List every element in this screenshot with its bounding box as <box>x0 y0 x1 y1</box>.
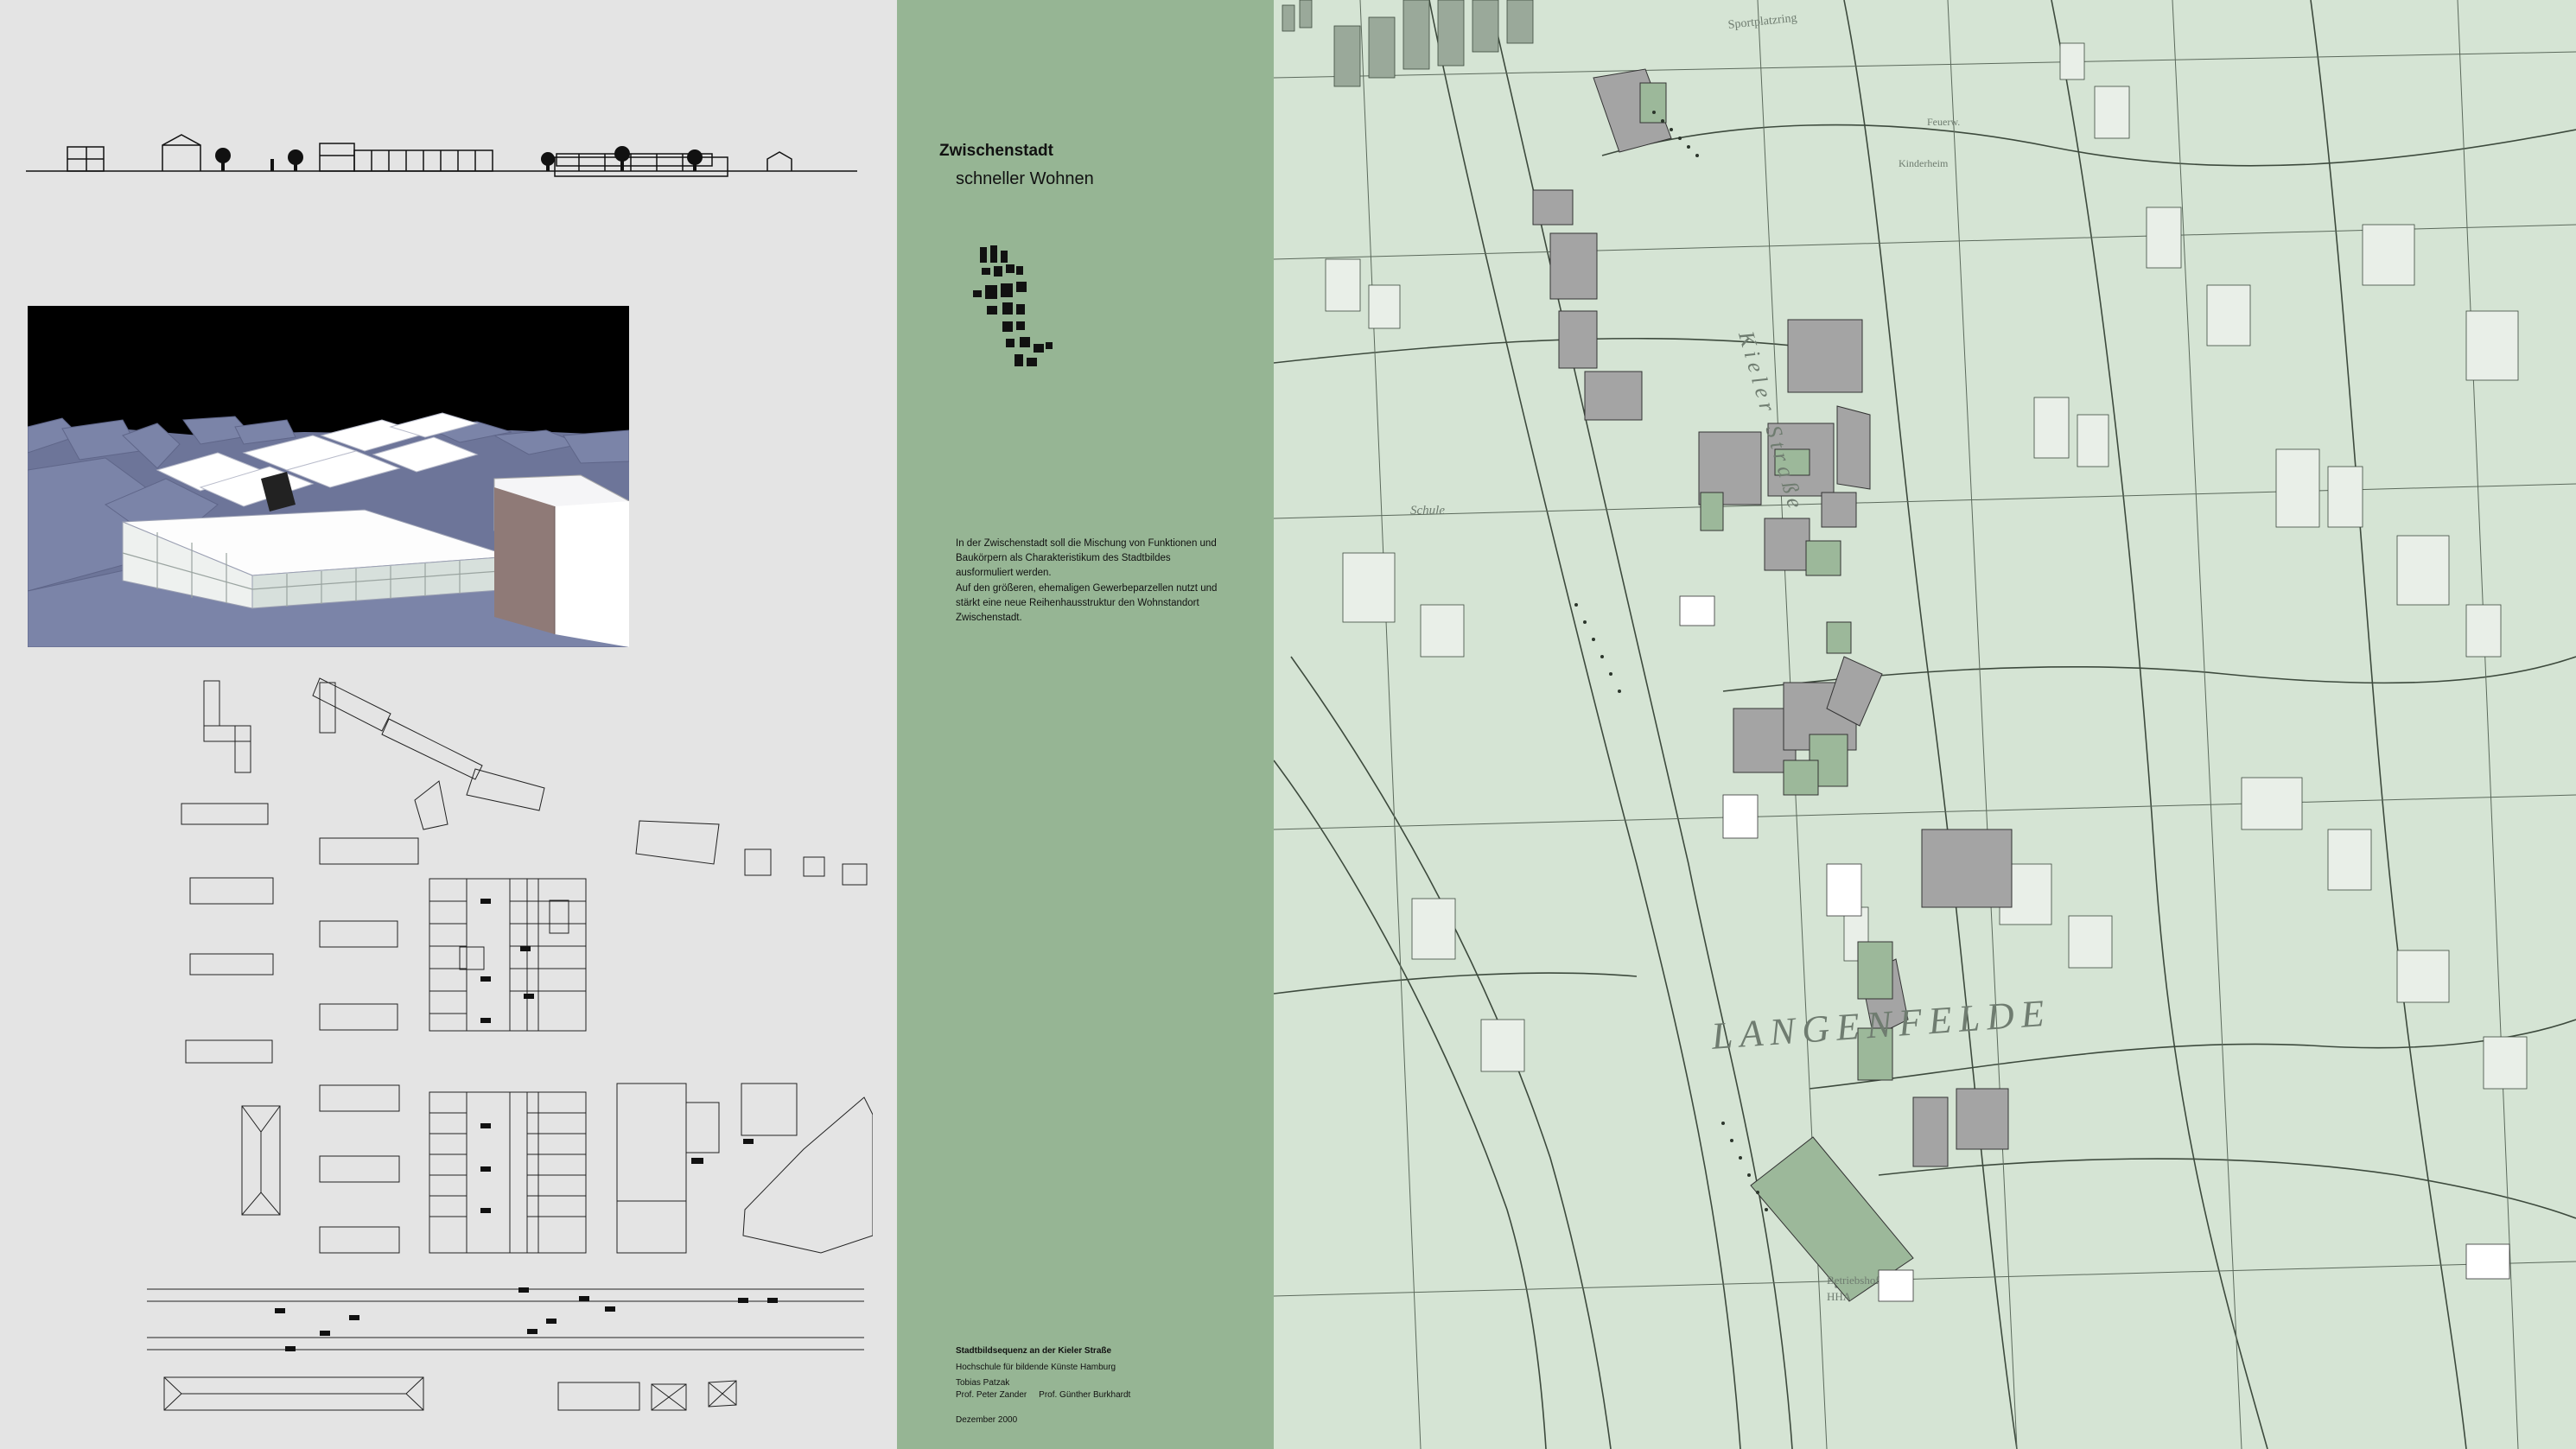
poster-subtitle: schneller Wohnen <box>956 169 1094 188</box>
depot-code-label: HHA <box>1827 1290 1852 1303</box>
car-icon <box>743 1139 754 1144</box>
car-icon <box>480 1166 491 1172</box>
car-icon <box>275 1308 285 1313</box>
fire-station-label: Feuerw. <box>1927 116 1961 128</box>
car-icon <box>520 946 531 951</box>
title-text-panel: Zwischenstadt schneller Wohnen In der Zw… <box>897 0 1274 1449</box>
site-plan-drawing <box>147 677 873 1411</box>
car-icon <box>738 1298 748 1303</box>
aerial-render <box>28 306 629 647</box>
description-paragraph-1: In der Zwischenstadt soll die Mischung v… <box>956 537 1217 578</box>
car-icon <box>691 1158 703 1164</box>
tree-icon <box>687 149 703 171</box>
car-icon <box>546 1319 557 1324</box>
car-icon <box>320 1331 330 1336</box>
school-label: Schule <box>1410 504 1445 518</box>
car-icon <box>579 1296 589 1301</box>
car-icon <box>605 1306 615 1312</box>
school-name: Hochschule für bildende Künste Hamburg <box>956 1363 1116 1372</box>
poster-title: Zwischenstadt <box>939 142 1053 160</box>
tree-icon <box>288 149 303 171</box>
left-drawing-panel <box>0 0 897 1449</box>
depot-label: Betriebshof <box>1827 1274 1880 1287</box>
street-section-drawing <box>26 134 857 177</box>
tree-icon <box>614 146 630 171</box>
professor-names: Prof. Peter Zander Prof. Günther Burkhar… <box>956 1390 1131 1400</box>
car-icon <box>285 1346 296 1351</box>
project-title: Stadtbildsequenz an der Kieler Straße <box>956 1346 1112 1356</box>
car-icon <box>480 976 491 982</box>
car-icon <box>480 1123 491 1128</box>
tree-icon <box>215 148 231 171</box>
car-icon <box>480 1018 491 1023</box>
car-icon <box>527 1329 537 1334</box>
car-icon <box>480 899 491 904</box>
mini-site-diagram <box>973 245 1053 366</box>
tree-icon <box>541 152 555 171</box>
car-icon <box>349 1315 359 1320</box>
city-map <box>1274 0 2576 1449</box>
author-name: Tobias Patzak <box>956 1378 1010 1388</box>
car-icon <box>480 1208 491 1213</box>
car-icon <box>524 994 534 999</box>
childrens-home-label: Kinderheim <box>1899 157 1949 169</box>
car-icon <box>518 1287 529 1293</box>
car-icon <box>767 1298 778 1303</box>
poster-date: Dezember 2000 <box>956 1415 1018 1425</box>
site-map-panel: LANGENFELDE Kieler Straße Schule Betrieb… <box>1274 0 2576 1449</box>
description-paragraph-2: Auf den größeren, ehemaligen Gewerbeparz… <box>956 582 1218 623</box>
